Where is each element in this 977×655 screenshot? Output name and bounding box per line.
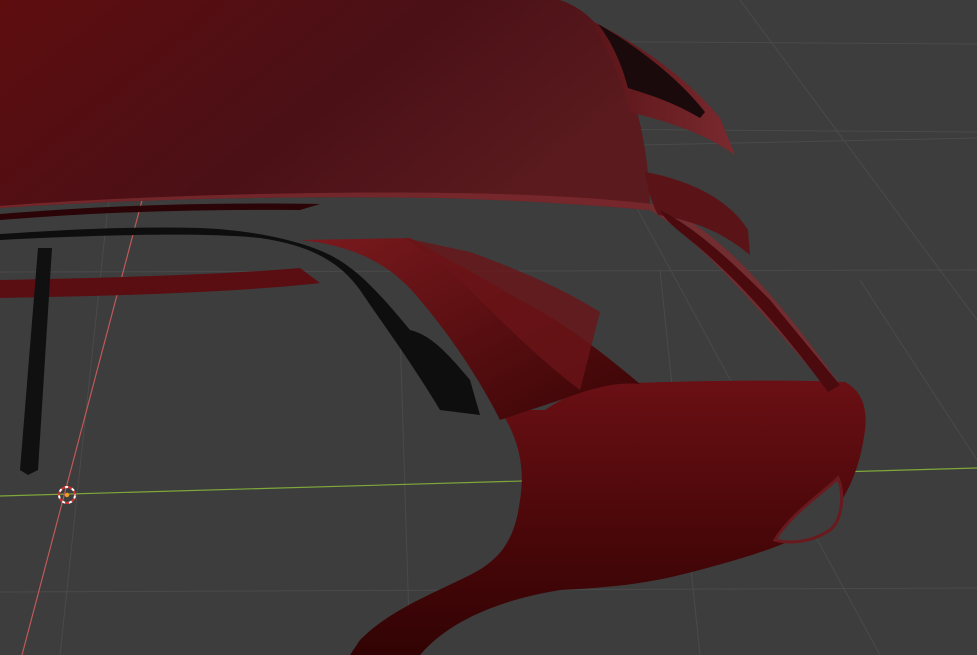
viewport-canvas[interactable] bbox=[0, 0, 977, 655]
3d-cursor-center bbox=[64, 492, 70, 498]
rear-quarter-panel[interactable] bbox=[350, 380, 866, 655]
3d-viewport[interactable] bbox=[0, 0, 977, 655]
roof-groove bbox=[0, 203, 320, 220]
roof[interactable] bbox=[0, 0, 650, 210]
3d-cursor[interactable] bbox=[58, 486, 76, 504]
